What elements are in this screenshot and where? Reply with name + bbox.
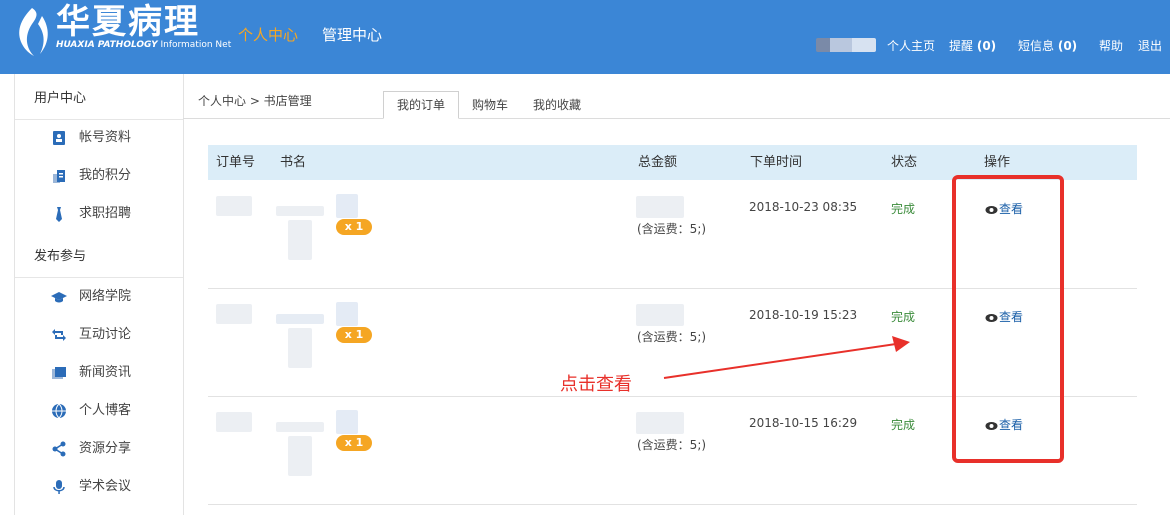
id-card-icon [53,131,65,145]
col-total: 总金额 [638,155,678,170]
share-icon [52,441,66,457]
order-no-blurred [216,304,252,324]
graduation-cap-icon [51,292,67,303]
row-divider [208,504,1137,505]
username-blurred [816,38,876,52]
sidebar-item-blog[interactable]: 个人博客 [15,392,183,430]
sidebar-item-conference[interactable]: 学术会议 [15,468,183,506]
sidebar-item-academy[interactable]: 网络学院 [15,278,183,316]
order-no-blurred [216,196,252,216]
book-cover-blurred [288,436,312,476]
nav-personal-center[interactable]: 个人中心 [238,26,298,44]
book-title-blurred [336,302,358,326]
order-no-blurred [216,412,252,432]
sidebar-item-discussion[interactable]: 互动讨论 [15,316,183,354]
logout-link[interactable]: 退出 [1138,38,1162,54]
breadcrumb: 个人中心 > 书店管理 [198,94,312,108]
shipping-fee: (含运费：5;) [637,222,707,236]
col-book-name: 书名 [280,155,307,170]
microphone-icon [53,480,65,494]
home-link[interactable]: 个人主页 [887,38,935,54]
quantity-badge: x 1 [336,435,372,451]
order-time: 2018-10-23 08:35 [749,200,858,214]
top-bar: 华夏病理 HUAXIA PATHOLOGY Information Net 个人… [0,0,1170,74]
amount-blurred [636,304,684,326]
sidebar-item-news[interactable]: 新闻资讯 [15,354,183,392]
book-cover-blurred [276,422,324,432]
order-time: 2018-10-19 15:23 [749,308,858,322]
remind-link[interactable]: 提醒 (0) [949,38,996,54]
help-link[interactable]: 帮助 [1099,38,1123,54]
sidebar-item-share[interactable]: 资源分享 [15,430,183,468]
annotation-label: 点击查看 [560,374,632,395]
order-time: 2018-10-15 16:29 [749,416,858,430]
col-order-no: 订单号 [216,155,256,170]
sidebar-item-jobs[interactable]: 求职招聘 [15,195,183,233]
tie-icon [56,207,62,222]
amount-blurred [636,196,684,218]
book-cover-blurred [276,314,324,324]
book-title-blurred [336,410,358,434]
order-status: 完成 [891,202,916,216]
sidebar-item-points[interactable]: 我的积分 [15,157,183,195]
book-cover-blurred [288,328,312,368]
order-status: 完成 [891,310,916,324]
globe-icon [52,403,66,419]
sidebar-section-user-center: 用户中心 [15,79,183,120]
quantity-badge: x 1 [336,327,372,343]
sidebar-section-publish: 发布参与 [15,237,183,278]
tab-cart[interactable]: 购物车 [462,92,518,118]
amount-blurred [636,412,684,434]
sidebar-item-account[interactable]: 帐号资料 [15,119,183,157]
tab-favorites[interactable]: 我的收藏 [524,92,590,118]
messages-link[interactable]: 短信息 (0) [1018,38,1077,54]
annotation-highlight-box [952,175,1064,463]
logo-subtitle: HUAXIA PATHOLOGY Information Net [56,40,232,50]
book-title-blurred [336,194,358,218]
book-cover-blurred [276,206,324,216]
annotation-arrow-icon [663,336,910,379]
retweet-icon [52,329,66,341]
tabs-divider [183,118,1170,119]
order-status: 完成 [891,418,916,432]
sidebar: 用户中心 帐号资料 我的积分 求职招聘 发布参与 网络学院 互动讨论 新闻资讯 … [14,74,184,515]
nav-admin-center[interactable]: 管理中心 [322,26,382,44]
col-status: 状态 [891,155,918,170]
tab-my-orders[interactable]: 我的订单 [383,91,459,119]
logo-flame-icon [19,8,48,56]
logo-text: 华夏病理 [56,2,200,42]
col-order-time: 下单时间 [750,155,803,170]
book-cover-blurred [288,220,312,260]
shipping-fee: (含运费：5;) [637,438,707,452]
quantity-badge: x 1 [336,219,372,235]
newspaper-icon [52,367,66,379]
coins-icon [53,170,65,183]
